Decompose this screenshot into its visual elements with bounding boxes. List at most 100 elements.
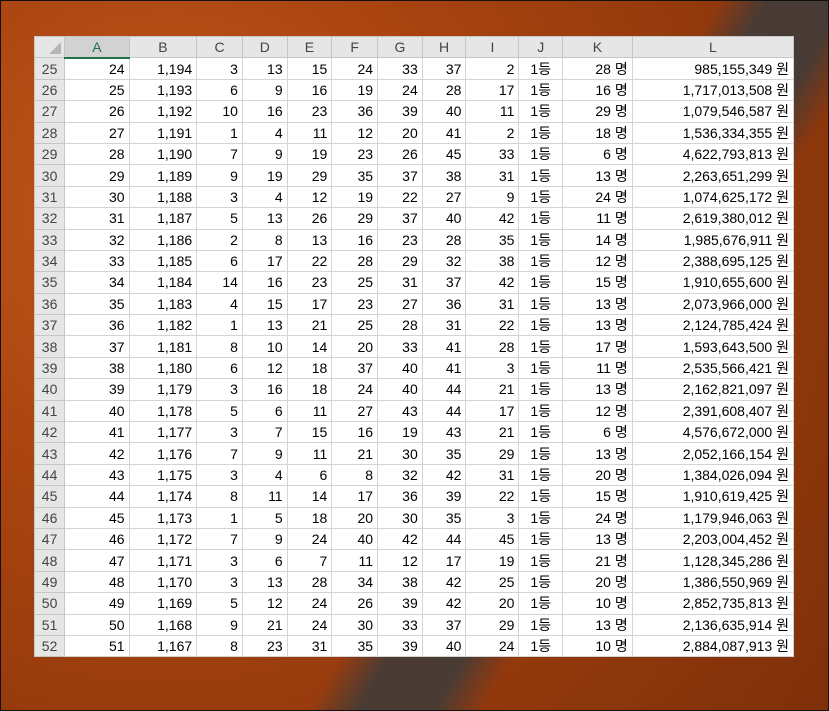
row-header[interactable]: 43	[33, 442, 66, 465]
cell-c[interactable]: 1	[196, 121, 243, 144]
cell-g[interactable]: 30	[377, 506, 423, 529]
row-header[interactable]: 37	[33, 314, 66, 337]
cell-a[interactable]: 32	[64, 228, 130, 251]
cell-j[interactable]: 1등	[518, 249, 564, 273]
cell-g[interactable]: 42	[377, 527, 423, 551]
cell-b[interactable]: 1,184	[128, 271, 198, 294]
cell-c[interactable]: 2	[196, 228, 243, 251]
cell-b[interactable]: 1,186	[128, 228, 198, 251]
cell-i[interactable]: 29	[465, 613, 520, 636]
column-header-f[interactable]: F	[331, 35, 379, 59]
cell-e[interactable]: 13	[286, 228, 333, 251]
cell-g[interactable]: 43	[377, 399, 423, 423]
cell-g[interactable]: 22	[377, 185, 423, 209]
cell-j[interactable]: 1등	[518, 292, 564, 316]
cell-f[interactable]: 27	[331, 399, 379, 423]
cell-f[interactable]: 8	[331, 463, 379, 487]
cell-i[interactable]: 11	[465, 100, 520, 123]
cell-h[interactable]: 27	[421, 185, 467, 209]
cell-g[interactable]: 33	[377, 57, 423, 80]
cell-h[interactable]: 32	[421, 249, 467, 273]
cell-e[interactable]: 16	[286, 78, 333, 102]
cell-e[interactable]: 6	[286, 463, 333, 487]
cell-k[interactable]: 14 명	[562, 228, 633, 251]
row-header[interactable]: 48	[33, 549, 66, 572]
cell-c[interactable]: 7	[196, 142, 243, 166]
cell-f[interactable]: 30	[331, 613, 379, 636]
cell-b[interactable]: 1,190	[128, 142, 198, 166]
row-header[interactable]: 26	[33, 78, 66, 102]
cell-h[interactable]: 37	[421, 57, 467, 80]
cell-g[interactable]: 40	[377, 378, 423, 401]
cell-k[interactable]: 15 명	[562, 485, 633, 508]
cell-j[interactable]: 1등	[518, 527, 564, 551]
cell-h[interactable]: 42	[421, 463, 467, 487]
row-header[interactable]: 47	[33, 527, 66, 551]
cell-j[interactable]: 1등	[518, 463, 564, 487]
cell-f[interactable]: 40	[331, 527, 379, 551]
cell-i[interactable]: 28	[465, 335, 520, 358]
cell-e[interactable]: 12	[286, 185, 333, 209]
cell-c[interactable]: 14	[196, 271, 243, 294]
row-header[interactable]: 33	[33, 228, 66, 251]
cell-k[interactable]: 6 명	[562, 142, 633, 166]
cell-k[interactable]: 13 명	[562, 314, 633, 337]
cell-g[interactable]: 24	[377, 78, 423, 102]
cell-a[interactable]: 46	[64, 527, 130, 551]
cell-l[interactable]: 2,391,608,407 원	[631, 399, 795, 423]
cell-f[interactable]: 19	[331, 78, 379, 102]
row-header[interactable]: 25	[33, 57, 66, 80]
row-header[interactable]: 35	[33, 271, 66, 294]
column-header-g[interactable]: G	[377, 35, 423, 59]
cell-f[interactable]: 25	[331, 314, 379, 337]
select-all-button[interactable]	[33, 35, 66, 59]
cell-l[interactable]: 1,985,676,911 원	[631, 228, 795, 251]
cell-f[interactable]: 16	[331, 228, 379, 251]
cell-a[interactable]: 25	[64, 78, 130, 102]
cell-a[interactable]: 35	[64, 292, 130, 316]
cell-l[interactable]: 1,384,026,094 원	[631, 463, 795, 487]
cell-f[interactable]: 24	[331, 57, 379, 80]
cell-a[interactable]: 39	[64, 378, 130, 401]
cell-d[interactable]: 10	[241, 335, 288, 358]
cell-f[interactable]: 19	[331, 185, 379, 209]
cell-f[interactable]: 20	[331, 335, 379, 358]
cell-l[interactable]: 1,179,946,063 원	[631, 506, 795, 529]
cell-c[interactable]: 10	[196, 100, 243, 123]
cell-d[interactable]: 21	[241, 613, 288, 636]
column-header-h[interactable]: H	[421, 35, 467, 59]
cell-f[interactable]: 20	[331, 506, 379, 529]
cell-b[interactable]: 1,168	[128, 613, 198, 636]
cell-c[interactable]: 6	[196, 249, 243, 273]
cell-i[interactable]: 29	[465, 442, 520, 465]
cell-c[interactable]: 3	[196, 549, 243, 572]
cell-j[interactable]: 1등	[518, 228, 564, 251]
cell-a[interactable]: 50	[64, 613, 130, 636]
cell-h[interactable]: 35	[421, 442, 467, 465]
cell-b[interactable]: 1,181	[128, 335, 198, 358]
cell-k[interactable]: 13 명	[562, 613, 633, 636]
cell-d[interactable]: 9	[241, 78, 288, 102]
cell-e[interactable]: 26	[286, 207, 333, 230]
row-header[interactable]: 42	[33, 421, 66, 444]
row-header[interactable]: 51	[33, 613, 66, 636]
cell-d[interactable]: 16	[241, 271, 288, 294]
cell-e[interactable]: 7	[286, 549, 333, 572]
cell-g[interactable]: 33	[377, 335, 423, 358]
cell-a[interactable]: 27	[64, 121, 130, 144]
row-header[interactable]: 28	[33, 121, 66, 144]
cell-c[interactable]: 9	[196, 613, 243, 636]
cell-b[interactable]: 1,193	[128, 78, 198, 102]
cell-i[interactable]: 31	[465, 292, 520, 316]
cell-j[interactable]: 1등	[518, 185, 564, 209]
cell-a[interactable]: 48	[64, 570, 130, 594]
cell-h[interactable]: 41	[421, 335, 467, 358]
cell-j[interactable]: 1등	[518, 442, 564, 465]
cell-b[interactable]: 1,180	[128, 356, 198, 380]
cell-k[interactable]: 20 명	[562, 463, 633, 487]
cell-a[interactable]: 24	[64, 57, 130, 80]
cell-l[interactable]: 1,386,550,969 원	[631, 570, 795, 594]
cell-c[interactable]: 3	[196, 463, 243, 487]
cell-g[interactable]: 33	[377, 613, 423, 636]
cell-k[interactable]: 28 명	[562, 57, 633, 80]
